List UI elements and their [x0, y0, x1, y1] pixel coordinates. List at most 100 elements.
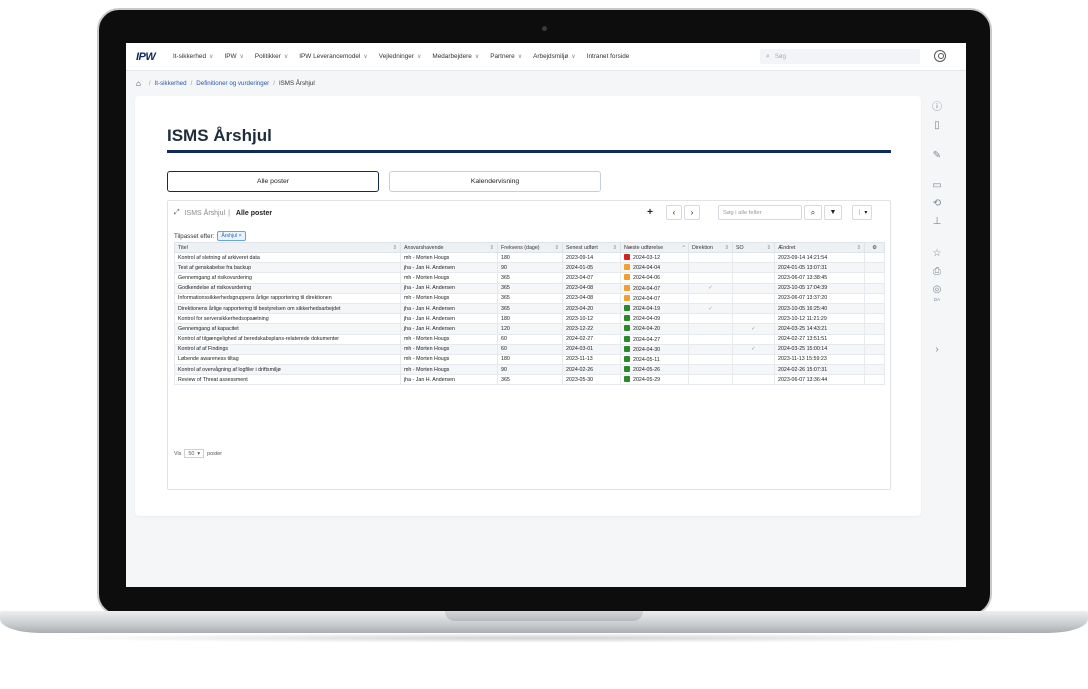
cell-title[interactable]: Gennemgang af risikovurdering: [174, 272, 401, 284]
cell-so: [732, 292, 775, 304]
more-options-button[interactable]: ⋮ ▾: [852, 205, 872, 220]
nav-item-5[interactable]: Medarbejdere ∨: [432, 53, 479, 60]
cell-frequency: 180: [497, 353, 563, 366]
list-search-input[interactable]: Søg i alle felter: [718, 205, 802, 220]
column-header-frekvens[interactable]: Frekvens (dage) ⇕: [497, 242, 563, 253]
global-search-input[interactable]: ⌕ Søg: [760, 49, 920, 64]
cell-owner: mh - Morten Hougs: [400, 364, 498, 376]
ipw-logo[interactable]: IPW: [136, 51, 162, 63]
add-item-button[interactable]: +: [642, 205, 658, 220]
main-card: ISMS Årshjul Alle poster Kalendervisning…: [135, 96, 921, 516]
expand-rail-chevron-icon[interactable]: ›: [930, 343, 944, 357]
table-row[interactable]: Gennemgang af risikovurdering mh - Morten…: [174, 272, 885, 284]
cell-direktion: ✓: [688, 282, 733, 294]
print-icon[interactable]: ⎙: [930, 265, 944, 279]
table-row[interactable]: Løbende awareness tiltag mh - Morten Houg…: [174, 353, 885, 366]
cell-title[interactable]: Review of Threat assessment: [174, 374, 401, 386]
expand-icon[interactable]: ⤢: [174, 209, 180, 217]
table-row[interactable]: Kontrol af tilgængelighed af beredskabsp…: [174, 333, 885, 345]
cell-changed: 2023-06-07 13:38:45: [774, 272, 865, 284]
cell-title[interactable]: Informationssikkerhedsgruppens årlige ra…: [174, 292, 401, 304]
status-indicator: [624, 254, 630, 261]
cell-last-done: 2024-02-27: [562, 333, 621, 345]
column-header-naeste-udfoerelse[interactable]: Næste udførelse ^: [620, 242, 689, 253]
info-icon[interactable]: ⓘ: [930, 101, 944, 115]
cell-changed: 2023-06-07 13:37:20: [774, 292, 865, 304]
column-header-ansvarshavende[interactable]: Ansvarshavende ⇕: [400, 242, 498, 253]
cell-title[interactable]: Kontrol af tilgængelighed af beredskabsp…: [174, 333, 401, 345]
laptop-shadow: [30, 633, 1058, 643]
cell-frequency: 365: [497, 374, 563, 386]
table-row[interactable]: Test af genskabelse fra backup jha - Jan …: [174, 262, 885, 274]
cell-changed: 2024-02-27 13:51:51: [774, 333, 865, 345]
cell-changed: 2023-10-12 11:21:29: [774, 313, 865, 325]
home-icon[interactable]: ⌂: [136, 79, 141, 88]
chevron-down-icon: ∨: [239, 54, 244, 60]
nav-item-0[interactable]: It-sikkerhed ∨: [173, 53, 213, 60]
table-row[interactable]: Review of Threat assessment jha - Jan H. …: [174, 374, 885, 386]
cell-changed: 2024-02-26 15:07:31: [774, 364, 865, 376]
list-header: ⤢ ISMS Årshjul | Alle poster: [174, 209, 272, 217]
status-indicator: [624, 345, 630, 352]
next-page-button[interactable]: ›: [684, 205, 700, 220]
status-indicator: [624, 274, 630, 281]
filter-info: Tilpasset efter: Årshjul ×: [174, 231, 246, 241]
cell-owner: jha - Jan H. Andersen: [400, 282, 498, 294]
table-row[interactable]: Godkendelse af risikovurdering jha - Jan …: [174, 282, 885, 294]
filter-chip[interactable]: Årshjul ×: [217, 231, 246, 241]
column-settings-icon[interactable]: ⚙: [864, 242, 885, 253]
breadcrumb-separator: /: [273, 80, 275, 87]
cell-owner: mh - Morten Hougs: [400, 333, 498, 345]
nav-item-3[interactable]: IPW Leverancemodel ∨: [299, 53, 368, 60]
column-header-so[interactable]: SO ⇕: [732, 242, 775, 253]
cell-title[interactable]: Test af genskabelse fra backup: [174, 262, 401, 274]
nav-item-1[interactable]: IPW ∨: [224, 53, 243, 60]
column-header-aendret[interactable]: Ændret ⇕: [774, 242, 865, 253]
cell-title[interactable]: Godkendelse af risikovurdering: [174, 282, 401, 294]
page-size-select[interactable]: 50 ▾: [184, 449, 205, 458]
tab-alle-poster[interactable]: Alle poster: [167, 171, 379, 192]
cell-title[interactable]: Gennemgang af kapacitet: [174, 323, 401, 335]
cell-title[interactable]: Kontrol af af Findings: [174, 343, 401, 355]
table-row[interactable]: Kontrol for serversikkerhedsopsætning jha…: [174, 313, 885, 325]
nav-item-2[interactable]: Politikker ∨: [255, 53, 288, 60]
column-header-titel[interactable]: Titel ⇕: [174, 242, 401, 253]
search-button[interactable]: ⌕: [804, 205, 822, 220]
cell-title[interactable]: Kontrol af overvågning af logfiler i dri…: [174, 364, 401, 376]
cell-next-due: 2024-05-26: [620, 364, 689, 376]
nav-item-4[interactable]: Vejledninger ∨: [379, 53, 422, 60]
cell-title[interactable]: Kontrol af sletning af arkiveret data: [174, 251, 401, 264]
hierarchy-icon[interactable]: ⊥: [930, 215, 944, 229]
nav-item-8[interactable]: Intranet forside: [587, 53, 630, 60]
table-row[interactable]: Direktionens årlige rapportering til bes…: [174, 302, 885, 315]
table-row[interactable]: Informationssikkerhedsgruppens årlige ra…: [174, 292, 885, 304]
filter-button[interactable]: ▼: [824, 205, 842, 220]
previous-page-button[interactable]: ‹: [666, 205, 682, 220]
favorite-star-icon[interactable]: ☆: [930, 247, 944, 261]
nav-item-6[interactable]: Partnere ∨: [490, 53, 522, 60]
user-profile-icon[interactable]: [934, 50, 946, 62]
cell-owner: jha - Jan H. Andersen: [400, 262, 498, 274]
list-name: ISMS Årshjul: [184, 209, 226, 217]
breadcrumb-item-it-sikkerhed[interactable]: It-sikkerhed: [155, 80, 187, 87]
table-row[interactable]: Gennemgang af kapacitet jha - Jan H. Ande…: [174, 323, 885, 335]
cell-direktion: [688, 364, 733, 376]
workflow-icon[interactable]: ⟲: [930, 197, 944, 211]
tab-kalendervisning[interactable]: Kalendervisning: [389, 171, 601, 192]
table-row[interactable]: Kontrol af af Findings mh - Morten Hougs 6…: [174, 343, 885, 355]
cell-title[interactable]: Direktionens årlige rapportering til bes…: [174, 302, 401, 315]
cell-frequency: 180: [497, 251, 563, 264]
column-header-direktion[interactable]: Direktion ⇕: [688, 242, 733, 253]
document-icon[interactable]: ▯: [930, 119, 944, 133]
chevron-down-icon: ∨: [571, 54, 576, 60]
breadcrumb-item-definitioner[interactable]: Definitioner og vurderinger: [196, 80, 269, 87]
cell-title[interactable]: Løbende awareness tiltag: [174, 353, 401, 366]
nav-item-7[interactable]: Arbejdsmiljø ∨: [533, 53, 576, 60]
table-row[interactable]: Kontrol af overvågning af logfiler i dri…: [174, 364, 885, 376]
cell-title[interactable]: Kontrol for serversikkerhedsopsætning: [174, 313, 401, 325]
column-header-senest-udfoert[interactable]: Senest udført ⇕: [562, 242, 621, 253]
edit-pencil-icon[interactable]: ✎: [930, 149, 944, 163]
language-globe-icon[interactable]: ◎: [930, 283, 944, 297]
table-row[interactable]: Kontrol af sletning af arkiveret data mh …: [174, 251, 885, 264]
comment-icon[interactable]: ▭: [930, 179, 944, 193]
